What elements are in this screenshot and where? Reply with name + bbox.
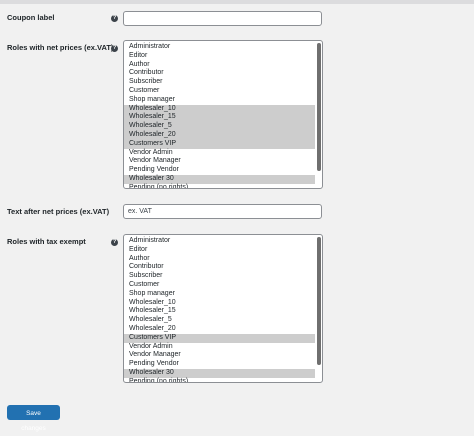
role-option[interactable]: Administrator: [124, 237, 315, 246]
net-prices-roles-options: Administrator Editor Author Contributor Subs…: [124, 41, 322, 188]
scrollbar[interactable]: [317, 237, 321, 365]
scrollbar-thumb[interactable]: [317, 43, 321, 171]
role-option[interactable]: Contributor: [124, 69, 315, 78]
role-option[interactable]: Wholesaler_10: [124, 299, 315, 308]
role-option[interactable]: Editor: [124, 52, 315, 61]
role-option[interactable]: Pending (no rights): [124, 378, 315, 382]
role-option[interactable]: Pending (no rights): [124, 184, 315, 188]
role-option[interactable]: Shop manager: [124, 290, 315, 299]
role-option[interactable]: Customers VIP: [124, 333, 315, 343]
role-option[interactable]: Pending Vendor: [124, 360, 315, 369]
tax-exempt-roles-options: Administrator Editor Author Contributor Subs…: [124, 235, 322, 382]
coupon-label-input[interactable]: [123, 11, 322, 26]
role-option[interactable]: Editor: [124, 246, 315, 255]
role-option[interactable]: Customer: [124, 281, 315, 290]
role-option[interactable]: Shop manager: [124, 96, 315, 105]
role-option[interactable]: Vendor Manager: [124, 157, 315, 166]
tax-exempt-roles-label: Roles with tax exempt: [7, 237, 86, 246]
role-option[interactable]: Author: [124, 61, 315, 70]
help-icon[interactable]: ?: [111, 44, 118, 52]
role-option[interactable]: Wholesaler_5: [124, 316, 315, 325]
scrollbar[interactable]: [317, 43, 321, 171]
role-option[interactable]: Wholesaler_20: [124, 325, 315, 334]
coupon-label: Coupon label: [7, 13, 55, 22]
help-icon[interactable]: ?: [111, 238, 118, 246]
role-option[interactable]: Wholesaler 30: [124, 174, 315, 184]
role-option[interactable]: Wholesaler_10: [124, 104, 315, 114]
help-icon[interactable]: ?: [111, 14, 118, 22]
net-prices-roles-select[interactable]: Administrator Editor Author Contributor Subs…: [123, 40, 323, 189]
save-changes-button[interactable]: Save changes: [7, 405, 60, 432]
role-option[interactable]: Pending Vendor: [124, 166, 315, 175]
role-option[interactable]: Vendor Manager: [124, 351, 315, 360]
role-option[interactable]: Customer: [124, 87, 315, 96]
role-option[interactable]: Wholesaler_20: [124, 130, 315, 140]
net-prices-text-input[interactable]: [123, 204, 322, 219]
role-option[interactable]: Wholesaler_5: [124, 122, 315, 131]
role-option[interactable]: Subscriber: [124, 272, 315, 281]
top-divider: [0, 0, 474, 4]
role-option[interactable]: Author: [124, 255, 315, 264]
role-option[interactable]: Administrator: [124, 43, 315, 52]
role-option[interactable]: Vendor Admin: [124, 149, 315, 158]
tax-exempt-roles-select[interactable]: Administrator Editor Author Contributor Subs…: [123, 234, 323, 383]
role-option[interactable]: Wholesaler 30: [124, 368, 315, 378]
role-option[interactable]: Subscriber: [124, 78, 315, 87]
net-prices-roles-label: Roles with net prices (ex.VAT): [7, 43, 114, 52]
role-option[interactable]: Customers VIP: [124, 139, 315, 149]
scrollbar-thumb[interactable]: [317, 237, 321, 365]
role-option[interactable]: Wholesaler_15: [124, 307, 315, 316]
net-prices-text-label: Text after net prices (ex.VAT): [7, 207, 110, 216]
role-option[interactable]: Wholesaler_15: [124, 113, 315, 123]
role-option[interactable]: Contributor: [124, 263, 315, 272]
role-option[interactable]: Vendor Admin: [124, 343, 315, 352]
